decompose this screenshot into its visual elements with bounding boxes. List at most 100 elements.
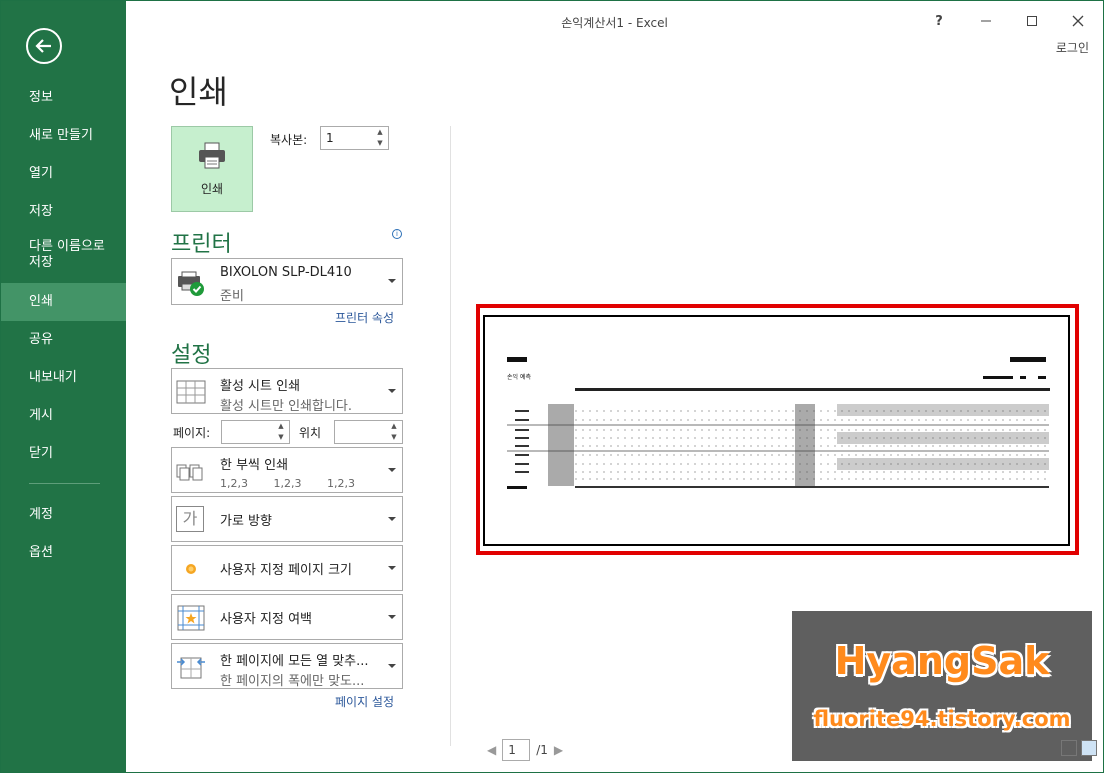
paper-size-title: 사용자 지정 페이지 크기: [220, 563, 352, 578]
back-button[interactable]: [26, 28, 62, 64]
blog-watermark: HyangSak fluorite94.tistory.com: [792, 611, 1092, 761]
pages-to-input[interactable]: ▲ ▼: [334, 420, 403, 444]
minimize-button[interactable]: [968, 9, 1004, 33]
landscape-orientation-icon: 가: [176, 506, 204, 532]
spin-down-icon[interactable]: ▼: [377, 139, 382, 148]
margins-icon: [177, 605, 205, 631]
title-bar: 손익계산서1 - Excel ?: [126, 1, 1103, 41]
info-icon[interactable]: i: [392, 229, 402, 239]
nav-publish[interactable]: 게시: [1, 397, 126, 435]
scaling-title: 한 페이지에 모든 열 맞추...: [220, 654, 369, 669]
nav-info[interactable]: 정보: [1, 79, 126, 117]
maximize-icon: [1027, 16, 1037, 26]
show-margins-icon[interactable]: [1061, 740, 1077, 756]
nav-divider: [29, 483, 100, 484]
spin-down-icon[interactable]: ▼: [278, 433, 283, 442]
orientation-dropdown[interactable]: 가 가로 방향: [171, 496, 403, 542]
printer-heading: 프린터: [171, 232, 232, 257]
pages-from-input[interactable]: ▲ ▼: [221, 420, 290, 444]
page-title: 인쇄: [169, 73, 228, 111]
spin-up-icon[interactable]: ▲: [278, 422, 283, 431]
collate-seq-2: 1,2,3: [273, 477, 302, 490]
watermark-line-1: HyangSak: [834, 639, 1050, 683]
print-button-label: 인쇄: [200, 181, 224, 196]
collate-seq-3: 1,2,3: [327, 477, 355, 490]
page-number-input[interactable]: 1: [502, 739, 531, 761]
spinner-arrows[interactable]: ▲ ▼: [275, 422, 287, 442]
print-what-dropdown[interactable]: 활성 시트 인쇄 활성 시트만 인쇄합니다.: [171, 368, 403, 414]
page-navigator: ◀ 1 /1 ▶: [487, 739, 563, 761]
collate-title: 한 부씩 인쇄: [220, 458, 289, 473]
preview-view-controls: [1061, 740, 1097, 756]
nav-account[interactable]: 계정: [1, 496, 126, 534]
chevron-down-icon: [388, 279, 396, 283]
chevron-down-icon: [388, 615, 396, 619]
close-button[interactable]: [1060, 9, 1096, 33]
next-page-icon[interactable]: ▶: [554, 743, 563, 757]
close-icon: [1072, 15, 1084, 27]
collated-pages-icon: [176, 464, 203, 481]
margins-dropdown[interactable]: 사용자 지정 여백: [171, 594, 403, 640]
nav-save[interactable]: 저장: [1, 193, 126, 231]
nav-open[interactable]: 열기: [1, 155, 126, 193]
copies-label: 복사본:: [270, 133, 308, 147]
printer-dropdown[interactable]: BIXOLON SLP-DL410 준비: [171, 258, 403, 305]
copies-value[interactable]: 1: [326, 131, 334, 145]
spin-up-icon[interactable]: ▲: [377, 128, 382, 137]
fit-columns-icon: [177, 657, 205, 679]
nav-close[interactable]: 닫기: [1, 435, 126, 473]
help-button[interactable]: ?: [921, 9, 957, 33]
nav-options[interactable]: 옵션: [1, 534, 126, 572]
sign-in-link[interactable]: 로그인: [1056, 39, 1089, 56]
print-what-title: 활성 시트 인쇄: [220, 379, 301, 394]
print-button[interactable]: 인쇄: [171, 126, 253, 212]
chevron-down-icon: [388, 517, 396, 521]
total-pages: /1: [536, 743, 548, 757]
chevron-down-icon: [388, 389, 396, 393]
help-icon: ?: [935, 13, 943, 29]
watermark-line-2: fluorite94.tistory.com: [813, 707, 1071, 731]
maximize-button[interactable]: [1014, 9, 1050, 33]
minimize-icon: [981, 20, 991, 22]
chevron-down-icon: [388, 566, 396, 570]
print-preview-page: 손익 예측: [483, 315, 1070, 546]
sheet-grid-icon: [176, 380, 206, 404]
margins-title: 사용자 지정 여백: [220, 612, 312, 627]
orientation-title: 가로 방향: [220, 514, 272, 529]
printer-status: 준비: [220, 289, 244, 304]
paper-size-icon: [186, 564, 196, 574]
printer-ready-icon: [178, 271, 204, 296]
nav-print[interactable]: 인쇄: [1, 283, 126, 321]
scaling-subtitle: 한 페이지의 폭에만 맞도...: [220, 674, 365, 689]
nav-save-as-label: 다른 이름으로 저장: [29, 239, 105, 270]
printer-name: BIXOLON SLP-DL410: [220, 265, 352, 280]
paper-size-dropdown[interactable]: 사용자 지정 페이지 크기: [171, 545, 403, 591]
backstage-nav: 정보 새로 만들기 열기 저장 다른 이름으로 저장 인쇄 공유 내보내기 게시…: [1, 79, 126, 572]
printer-properties-link[interactable]: 프린터 속성: [335, 309, 394, 326]
spin-down-icon[interactable]: ▼: [391, 433, 396, 442]
pages-to-label: 위치: [299, 426, 322, 440]
preview-divider: [450, 126, 451, 746]
copies-spinner[interactable]: 1 ▲ ▼: [320, 126, 389, 150]
excel-window: 정보 새로 만들기 열기 저장 다른 이름으로 저장 인쇄 공유 내보내기 게시…: [0, 0, 1104, 773]
print-what-subtitle: 활성 시트만 인쇄합니다.: [220, 399, 352, 414]
nav-share[interactable]: 공유: [1, 321, 126, 359]
pages-label: 페이지:: [173, 426, 211, 440]
zoom-to-page-icon[interactable]: [1081, 740, 1097, 756]
spinner-arrows[interactable]: ▲ ▼: [374, 128, 386, 148]
nav-export[interactable]: 내보내기: [1, 359, 126, 397]
chevron-down-icon: [388, 468, 396, 472]
spinner-arrows[interactable]: ▲ ▼: [388, 422, 400, 442]
nav-new[interactable]: 새로 만들기: [1, 117, 126, 155]
spin-up-icon[interactable]: ▲: [391, 422, 396, 431]
settings-heading: 설정: [171, 343, 212, 368]
scaling-dropdown[interactable]: 한 페이지에 모든 열 맞추... 한 페이지의 폭에만 맞도...: [171, 643, 403, 689]
collate-dropdown[interactable]: 한 부씩 인쇄 1,2,3 1,2,3 1,2,3: [171, 447, 403, 493]
preview-sheet-content: 손익 예측: [507, 357, 1050, 489]
nav-save-as[interactable]: 다른 이름으로 저장: [1, 231, 126, 283]
page-setup-link[interactable]: 페이지 설정: [335, 693, 394, 710]
chevron-down-icon: [388, 664, 396, 668]
collate-seq-1: 1,2,3: [220, 477, 248, 490]
preview-sheet-title: 손익 예측: [507, 373, 531, 381]
prev-page-icon[interactable]: ◀: [487, 743, 496, 757]
